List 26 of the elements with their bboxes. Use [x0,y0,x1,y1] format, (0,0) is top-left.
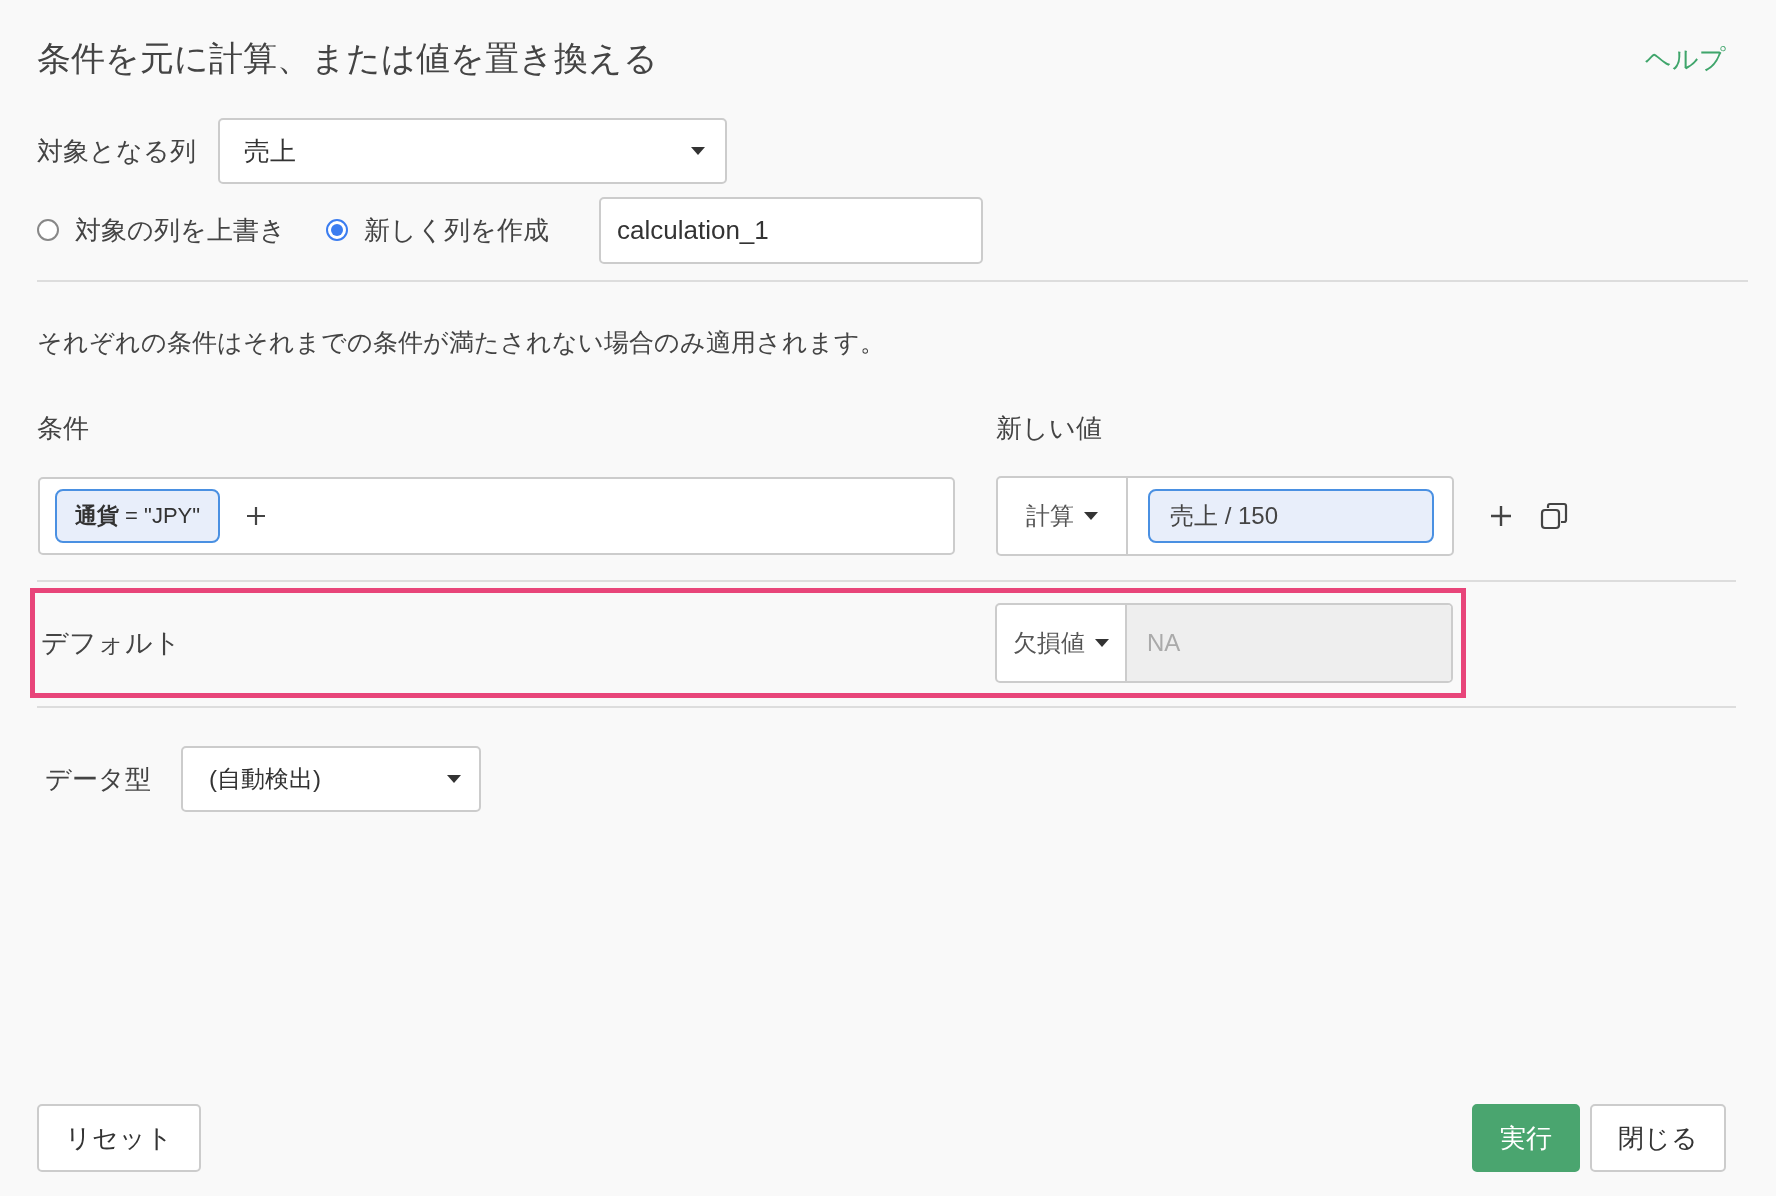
column-header: 条件 [37,412,90,445]
column-select[interactable]: 売上 [218,118,727,184]
action-button[interactable]: 閉じる [1590,1104,1726,1172]
dialog-title: 条件を元に計算、または値を置き換える [37,38,658,79]
radio-label[interactable]: 対象の列を上書き [75,212,286,248]
field-label: 対象となる列 [37,134,196,168]
action-button[interactable]: リセット [37,1104,201,1172]
field-label: データ型 [45,762,151,796]
caret-icon [1084,512,1098,520]
filter-chip[interactable]: 通貨 = "JPY" [55,489,221,543]
caret-icon [447,775,461,783]
data-type-select[interactable]: (自動検出) [181,746,481,812]
condition-field[interactable]: 通貨 = "JPY" [38,477,955,555]
plus-icon[interactable] [246,506,267,526]
add-icon[interactable] [1490,505,1512,527]
radio-button[interactable] [37,219,59,241]
radio-button[interactable] [326,219,348,241]
note-text: それぞれの条件はそれまでの条件が満たされない場合のみ適用されます。 [37,327,886,358]
column-header: 新しい値 [996,412,1102,445]
column-name-field[interactable]: calculation_1 [599,196,983,264]
radio-label[interactable]: 新しく列を作成 [364,212,549,248]
value-field[interactable]: 売上 / 150 [1148,489,1434,543]
caret-icon [691,147,705,155]
row-label: デフォルト [40,627,182,660]
value-type-dropdown[interactable]: 計算 [998,478,1128,554]
copy-icon[interactable] [1540,502,1568,530]
